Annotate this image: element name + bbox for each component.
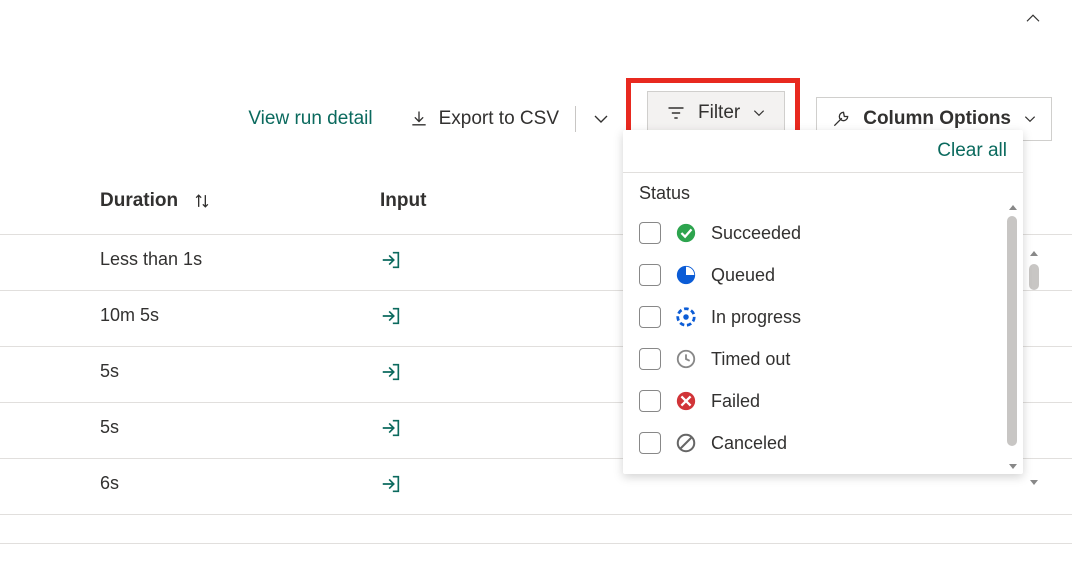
filter-option-label: Succeeded: [711, 223, 801, 244]
cell-duration: 5s: [100, 417, 380, 444]
sort-icon: [192, 191, 212, 211]
column-header-duration-label: Duration: [100, 190, 178, 212]
filter-dropdown-panel: Clear all Status Succeeded Queued In pro…: [623, 130, 1023, 474]
failed-icon: [675, 390, 697, 412]
wrench-icon: [831, 109, 851, 129]
collapse-toggle[interactable]: [1024, 10, 1042, 28]
filter-option-inprogress[interactable]: In progress: [639, 296, 1015, 338]
toolbar-divider: [575, 106, 576, 132]
cell-input-link[interactable]: [380, 361, 402, 388]
chevron-down-icon: [1023, 112, 1037, 126]
filter-option-canceled[interactable]: Canceled: [639, 422, 1015, 464]
filter-option-timedout[interactable]: Timed out: [639, 338, 1015, 380]
scroll-up-arrow-icon: [1028, 248, 1040, 260]
dropdown-scrollbar[interactable]: [1007, 216, 1017, 446]
filter-button[interactable]: Filter: [647, 91, 785, 135]
checkbox[interactable]: [639, 348, 661, 370]
checkbox[interactable]: [639, 222, 661, 244]
filter-icon: [666, 103, 686, 123]
open-input-icon: [380, 417, 402, 439]
export-csv-dropdown[interactable]: [592, 110, 610, 128]
scroll-thumb[interactable]: [1029, 264, 1039, 290]
download-icon: [409, 109, 429, 129]
view-run-detail-link[interactable]: View run detail: [248, 108, 372, 130]
open-input-icon: [380, 249, 402, 271]
column-header-duration[interactable]: Duration: [100, 190, 380, 212]
succeeded-icon: [675, 222, 697, 244]
table-row[interactable]: [0, 514, 1072, 544]
dropdown-header: Clear all: [623, 130, 1023, 172]
filter-label: Filter: [698, 102, 740, 124]
checkbox[interactable]: [639, 432, 661, 454]
scroll-up-arrow-icon[interactable]: [1007, 202, 1019, 214]
cell-input-link[interactable]: [380, 249, 402, 276]
cell-input-link[interactable]: [380, 305, 402, 332]
chevron-up-icon: [1024, 10, 1042, 28]
open-input-icon: [380, 473, 402, 495]
chevron-down-icon: [752, 106, 766, 120]
cell-input-link[interactable]: [380, 473, 402, 500]
inprogress-icon: [675, 306, 697, 328]
filter-option-label: In progress: [711, 307, 801, 328]
cell-duration: Less than 1s: [100, 249, 380, 276]
filter-option-failed[interactable]: Failed: [639, 380, 1015, 422]
open-input-icon: [380, 305, 402, 327]
checkbox[interactable]: [639, 264, 661, 286]
column-options-label: Column Options: [863, 108, 1011, 130]
dropdown-section-title: Status: [623, 173, 1023, 210]
scroll-down-arrow-icon[interactable]: [1028, 476, 1040, 488]
cell-duration: 10m 5s: [100, 305, 380, 332]
filter-option-label: Queued: [711, 265, 775, 286]
scroll-down-arrow-icon[interactable]: [1007, 460, 1019, 472]
queued-icon: [675, 264, 697, 286]
chevron-down-icon: [592, 110, 610, 128]
timedout-icon: [675, 348, 697, 370]
column-header-input[interactable]: Input: [380, 190, 426, 212]
checkbox[interactable]: [639, 306, 661, 328]
cell-duration: 5s: [100, 361, 380, 388]
cell-duration: 6s: [100, 473, 380, 500]
filter-option-label: Canceled: [711, 433, 787, 454]
outer-scrollbar[interactable]: [1028, 248, 1040, 290]
canceled-icon: [675, 432, 697, 454]
cell-input-link[interactable]: [380, 417, 402, 444]
export-csv-button[interactable]: Export to CSV: [409, 108, 559, 130]
export-csv-label: Export to CSV: [439, 108, 559, 130]
dropdown-options-list: Succeeded Queued In progress Timed out: [623, 210, 1023, 474]
checkbox[interactable]: [639, 390, 661, 412]
open-input-icon: [380, 361, 402, 383]
filter-option-label: Failed: [711, 391, 760, 412]
clear-all-link[interactable]: Clear all: [937, 140, 1007, 162]
filter-option-succeeded[interactable]: Succeeded: [639, 212, 1015, 254]
filter-option-queued[interactable]: Queued: [639, 254, 1015, 296]
column-header-input-label: Input: [380, 190, 426, 211]
filter-option-label: Timed out: [711, 349, 790, 370]
